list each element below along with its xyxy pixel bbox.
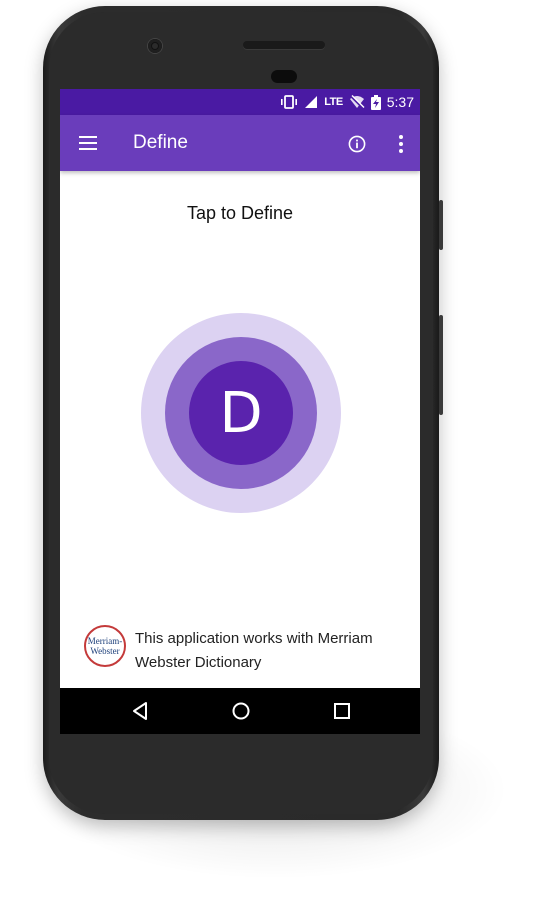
define-button-letter: D (219, 380, 263, 446)
logo-line-1: Merriam- (87, 636, 123, 646)
status-bar: LTE 5:37 (60, 89, 420, 115)
app-bar: Define (60, 115, 420, 171)
proximity-sensor (271, 70, 297, 83)
wifi-off-icon (349, 95, 365, 109)
menu-icon[interactable] (78, 133, 98, 153)
back-icon[interactable] (131, 701, 151, 721)
network-type: LTE (324, 96, 343, 108)
define-button-inner-circle: D (189, 361, 293, 465)
home-icon[interactable] (231, 701, 251, 721)
footer-text: This application works with Merriam Webs… (135, 630, 373, 671)
battery-charging-icon (370, 94, 381, 110)
define-button-middle-ring: D (165, 337, 317, 489)
info-icon[interactable] (348, 135, 366, 153)
earpiece-speaker (243, 41, 325, 49)
logo-line-2: Webster (90, 646, 120, 656)
more-vert-icon[interactable] (396, 134, 406, 154)
app-title: Define (133, 132, 188, 153)
screen: LTE 5:37 Define Tap to Define D Merriam-… (60, 89, 420, 734)
recents-icon[interactable] (332, 701, 352, 721)
vibrate-icon (281, 95, 298, 109)
navigation-bar (60, 688, 420, 734)
power-button (439, 200, 443, 250)
tap-to-define-heading: Tap to Define (186, 203, 294, 223)
footer: Merriam- Webster This application works … (84, 625, 414, 675)
signal-icon (305, 96, 318, 108)
merriam-webster-logo: Merriam- Webster (84, 625, 126, 667)
front-camera (148, 39, 162, 53)
volume-button (439, 315, 443, 415)
clock: 5:37 (386, 94, 414, 110)
define-button[interactable]: D (141, 313, 341, 513)
